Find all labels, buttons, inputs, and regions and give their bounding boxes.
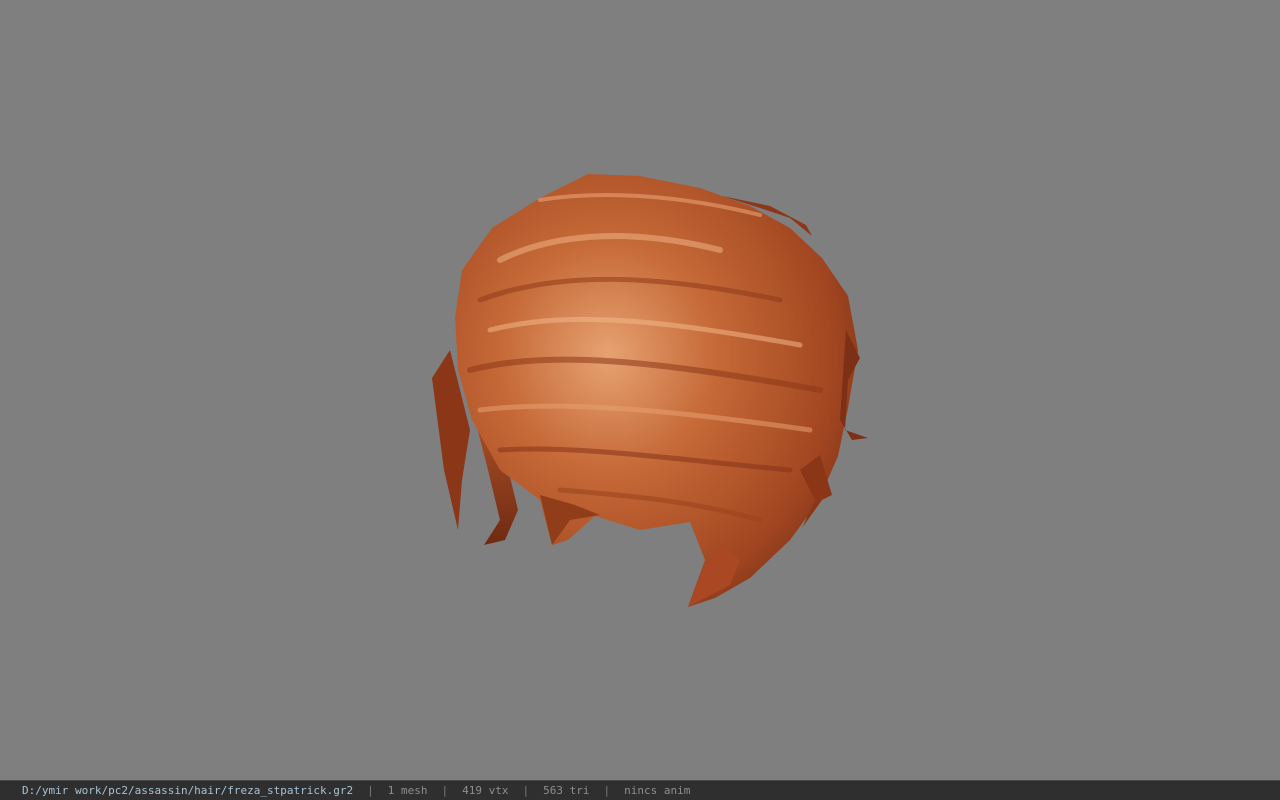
status-separator: | (522, 784, 530, 797)
vertex-count: 419 vtx (462, 784, 509, 797)
mesh-count: 1 mesh (387, 784, 428, 797)
3d-viewport[interactable] (0, 0, 1280, 780)
animation-status: nincs anim (624, 784, 691, 797)
hair-model-render (432, 174, 868, 607)
triangle-count: 563 tri (543, 784, 590, 797)
status-separator: | (367, 784, 374, 797)
status-bar: D:/ymir work/pc2/assassin/hair/freza_stp… (0, 780, 1280, 800)
file-path: D:/ymir work/pc2/assassin/hair/freza_stp… (22, 784, 354, 797)
status-separator: | (603, 784, 611, 797)
status-separator: | (441, 784, 449, 797)
